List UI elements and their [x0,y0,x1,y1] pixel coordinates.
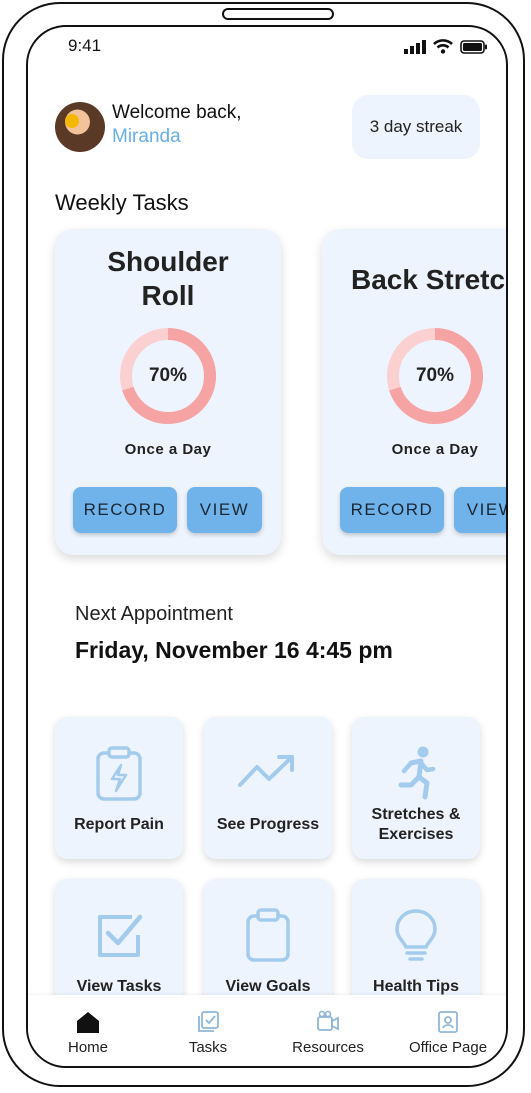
tile-label: Stretches & Exercises [356,805,476,845]
phone-screen: 9:41 Welcome back, Miranda 3 day streak … [26,25,508,1068]
tasks-icon [198,1011,219,1032]
wifi-icon [433,39,453,54]
task-card-back-stretch[interactable]: Back Stretch 70% Once a Day RECORD VIEW [322,229,508,555]
progress-percent: 70% [415,365,455,386]
lightbulb-icon [395,909,437,961]
running-person-icon [398,746,436,800]
task-title: Back Stretch [351,264,508,295]
tile-label: Report Pain [74,816,164,833]
tab-office-page[interactable]: Office Page [388,995,506,1065]
signal-icon [404,39,426,54]
view-button[interactable]: VIEW [454,487,506,533]
home-icon [77,1012,99,1033]
task-title-line2: Roll [141,280,195,311]
tile-label: View Goals [225,978,311,995]
task-frequency: Once a Day [124,441,212,458]
tile-label-line2: Exercises [378,826,454,843]
tile-label: See Progress [216,816,320,833]
welcome-text: Welcome back, Miranda [112,101,242,149]
tab-tasks[interactable]: Tasks [148,995,268,1065]
stretches-exercises-tile[interactable]: Stretches & Exercises [352,717,480,859]
tab-label: Resources [292,1039,364,1056]
clipboard-icon [246,908,290,962]
avatar[interactable] [55,102,105,152]
record-button[interactable]: RECORD [73,487,177,533]
report-pain-tile[interactable]: Report Pain [55,717,183,859]
trending-up-icon [238,755,294,787]
tab-home[interactable]: Home [28,995,148,1065]
tile-label-line1: Stretches & [371,806,461,823]
tile-label: View Tasks [76,978,162,995]
task-frequency: Once a Day [391,441,479,458]
task-card-shoulder-roll[interactable]: Shoulder Roll 70% Once a Day RECORD VIEW [55,229,281,555]
weekly-tasks-title: Weekly Tasks [55,190,189,215]
progress-percent: 70% [148,365,188,386]
phone-speaker [222,8,334,20]
tab-bar: Home Tasks Resources Office Page [28,995,506,1066]
task-title-line1: Shoulder [107,246,229,277]
greeting: Welcome back, [112,102,242,123]
view-button[interactable]: VIEW [187,487,262,533]
tab-label: Office Page [408,1039,488,1056]
clipboard-pain-icon [96,746,142,801]
tab-label: Tasks [188,1039,228,1056]
streak-badge[interactable]: 3 day streak [352,95,480,159]
appointment-label: Next Appointment [75,603,233,625]
tile-label: Health Tips [373,978,459,995]
task-title: Shoulder Roll [55,245,281,313]
tab-label: Home [67,1039,108,1056]
video-icon [317,1010,339,1031]
user-name: Miranda [112,126,181,147]
battery-icon [460,39,487,54]
appointment-date: Friday, November 16 4:45 pm [75,637,393,663]
checkbox-icon [98,914,143,957]
see-progress-tile[interactable]: See Progress [204,717,332,859]
profile-badge-icon [438,1011,458,1033]
status-icons [404,39,488,54]
record-button[interactable]: RECORD [340,487,444,533]
status-time: 9:41 [68,36,102,55]
tab-resources[interactable]: Resources [268,995,388,1065]
